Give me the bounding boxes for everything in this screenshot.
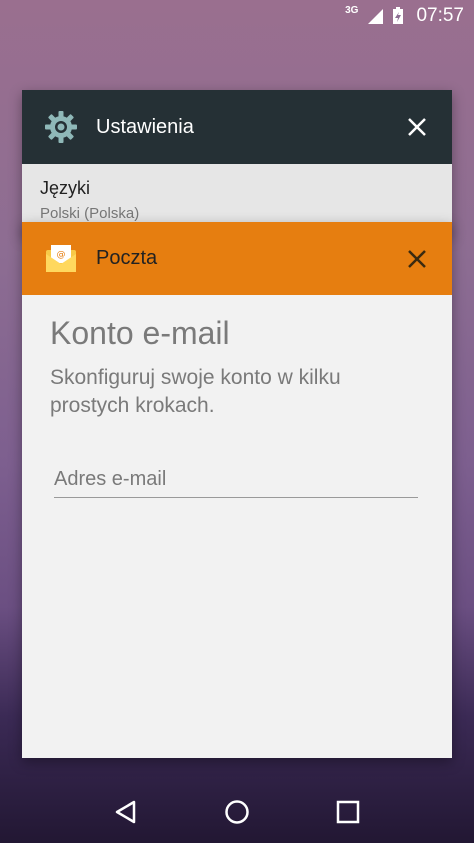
email-field[interactable]: Adres e-mail	[54, 468, 418, 498]
close-icon[interactable]	[406, 248, 428, 270]
recents-icon[interactable]	[334, 798, 362, 826]
mail-setup-content: Konto e-mail Skonfiguruj swoje konto w k…	[22, 295, 452, 498]
svg-text:@: @	[57, 250, 66, 260]
recent-card-mail[interactable]: @ Poczta Konto e-mail Skonfiguruj swoje …	[22, 222, 452, 758]
recent-card-settings[interactable]: Ustawienia Języki Polski (Polska)	[22, 90, 452, 235]
email-account-title: Konto e-mail	[50, 315, 230, 351]
home-icon[interactable]	[223, 798, 251, 826]
network-type: 3G	[345, 4, 359, 16]
status-bar: 3G 07:57	[0, 0, 474, 32]
back-icon[interactable]	[112, 798, 140, 826]
navigation-bar	[0, 781, 474, 843]
languages-title: Języki	[40, 178, 91, 198]
close-icon[interactable]	[406, 116, 428, 138]
clock: 07:57	[416, 5, 464, 26]
email-account-description: Skonfiguruj swoje konto w kilku prostych…	[50, 366, 341, 417]
languages-subtitle: Polski (Polska)	[40, 205, 140, 222]
settings-card-header[interactable]: Ustawienia	[22, 90, 452, 164]
mail-card-header[interactable]: @ Poczta	[22, 222, 452, 295]
gear-icon	[45, 111, 77, 143]
signal-icon	[368, 9, 384, 24]
mail-app-title: Poczta	[96, 247, 158, 269]
mail-envelope-icon: @	[46, 244, 76, 272]
settings-app-title: Ustawienia	[96, 115, 194, 138]
battery-charging-icon	[393, 7, 404, 24]
